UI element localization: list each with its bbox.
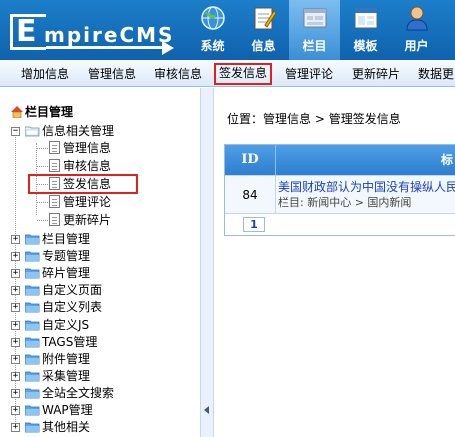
user-icon (406, 6, 428, 31)
row-id: 84 (225, 176, 276, 214)
document-icon (49, 177, 60, 190)
folder-icon (25, 422, 40, 433)
folder-tree-icon (303, 8, 327, 28)
folder-icon (25, 388, 40, 399)
topnav-info[interactable]: 信息 (238, 0, 289, 60)
folder-icon (25, 234, 40, 245)
row-title-link[interactable]: 美国财政部认为中国没有操纵人民币 (278, 180, 455, 195)
breadcrumb-link-manage-info[interactable]: 管理信息 (263, 112, 311, 126)
subnav-add-info[interactable]: 增加信息 (21, 64, 69, 84)
expand-icon[interactable]: + (11, 355, 20, 364)
empirecms-logo: E mpireCMS (10, 14, 174, 55)
page-number[interactable]: 1 (243, 217, 265, 232)
subnav-manage-comments[interactable]: 管理评论 (285, 64, 333, 84)
pagination: 1 (225, 213, 455, 235)
collapse-sidebar-icon[interactable] (204, 406, 209, 414)
subnav-audit-info[interactable]: 审核信息 (154, 64, 202, 84)
expand-icon[interactable]: + (11, 235, 20, 244)
main-content: 位置：管理信息 > 管理签发信息 ID 标 84 美国财政部认为中国没有操纵人民… (215, 88, 455, 437)
expand-icon[interactable]: + (11, 423, 20, 432)
expand-icon[interactable]: + (11, 372, 20, 381)
top-nav: 系统 信息 栏目 模板 用户 (187, 0, 442, 60)
expand-icon[interactable]: + (11, 269, 20, 278)
sub-nav: 增加信息 管理信息 审核信息 签发信息 管理评论 更新碎片 数据更 (0, 60, 455, 87)
collapse-icon[interactable]: − (11, 127, 20, 136)
expand-icon[interactable]: + (11, 338, 20, 347)
sidebar-tree: 栏目管理 − 信息相关管理 管理信息 审核信息 签发信息 管理评论 更新碎片 +… (0, 88, 200, 437)
table-header: ID 标 (225, 145, 455, 175)
info-table: ID 标 84 美国财政部认为中国没有操纵人民币 栏目: 新闻中心 > 国内新闻… (224, 144, 455, 236)
tree-root: 栏目管理 (10, 104, 73, 120)
topnav-template[interactable]: 模板 (340, 0, 391, 60)
document-icon (49, 195, 60, 208)
topnav-system[interactable]: 系统 (187, 0, 238, 60)
table-row[interactable]: 84 美国财政部认为中国没有操纵人民币 栏目: 新闻中心 > 国内新闻 (225, 175, 455, 214)
folder-open-icon (25, 126, 40, 137)
folder-icon (25, 320, 40, 331)
home-icon (11, 106, 23, 118)
folder-icon (25, 251, 40, 262)
subnav-sign-info[interactable]: 签发信息 (214, 63, 273, 85)
expand-icon[interactable]: + (11, 389, 20, 398)
folder-icon (25, 371, 40, 382)
row-title-cell: 美国财政部认为中国没有操纵人民币 栏目: 新闻中心 > 国内新闻 (278, 180, 455, 210)
expand-icon[interactable]: + (11, 252, 20, 261)
expand-icon[interactable]: + (11, 303, 20, 312)
topnav-user[interactable]: 用户 (391, 0, 442, 60)
row-category: 栏目: 新闻中心 > 国内新闻 (278, 196, 412, 209)
sidebar-splitter[interactable] (200, 88, 214, 437)
column-title[interactable]: 标 (441, 145, 453, 175)
folder-icon (25, 302, 40, 313)
notepad-icon (254, 7, 277, 30)
subnav-manage-info[interactable]: 管理信息 (88, 64, 136, 84)
breadcrumb-link-sign-info[interactable]: 管理签发信息 (329, 112, 401, 126)
top-header: E mpireCMS 系统 信息 栏目 模板 用户 (0, 0, 455, 60)
folder-icon (25, 285, 40, 296)
document-icon (49, 213, 60, 226)
subnav-update-fragments[interactable]: 更新碎片 (352, 64, 400, 84)
document-icon (49, 159, 60, 172)
document-icon (49, 141, 60, 154)
topnav-column[interactable]: 栏目 (289, 0, 340, 60)
breadcrumb: 位置：管理信息 > 管理签发信息 (227, 112, 401, 126)
folder-icon (25, 405, 40, 416)
globe-icon (201, 6, 225, 30)
folder-icon (25, 354, 40, 365)
folder-icon (25, 337, 40, 348)
expand-icon[interactable]: + (11, 406, 20, 415)
expand-icon[interactable]: + (11, 321, 20, 330)
expand-icon[interactable]: + (11, 286, 20, 295)
column-id[interactable]: ID (225, 145, 276, 175)
template-window-icon (354, 7, 378, 29)
folder-icon (25, 268, 40, 279)
subnav-data-update[interactable]: 数据更 (418, 64, 454, 84)
